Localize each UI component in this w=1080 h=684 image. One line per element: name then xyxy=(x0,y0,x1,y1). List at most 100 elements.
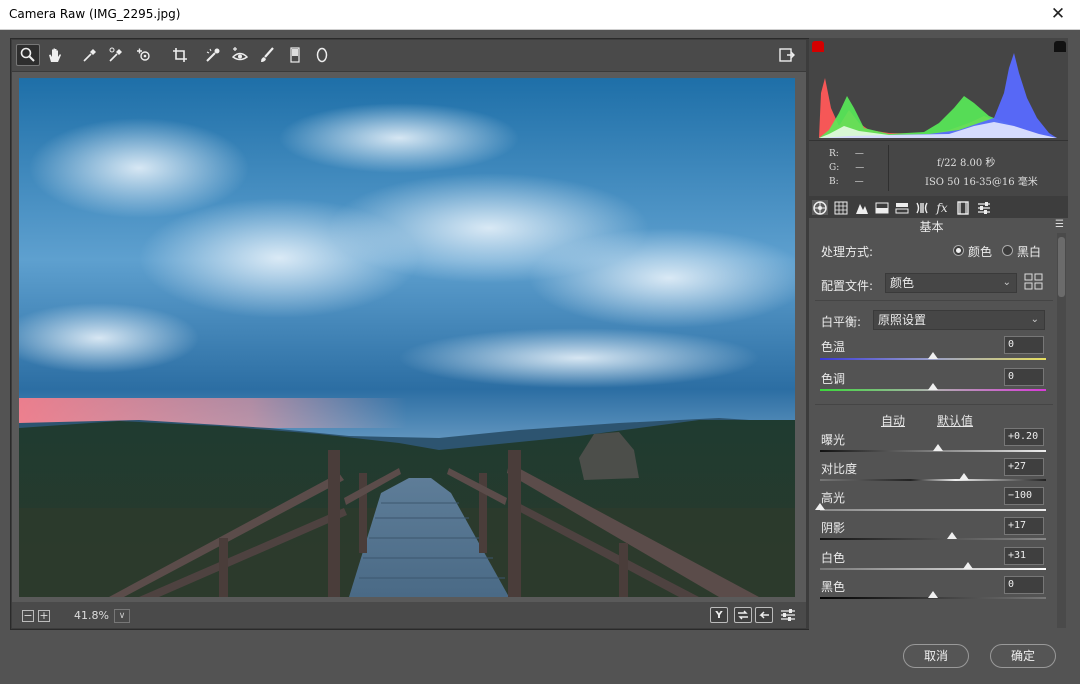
wb-label: 白平衡: xyxy=(821,315,862,329)
panel-menu-icon[interactable]: ☰ xyxy=(1055,219,1064,230)
wb-value: 原照设置 xyxy=(878,313,927,327)
r-label: R: xyxy=(829,149,839,159)
temp-value[interactable]: 0 xyxy=(1004,336,1044,354)
profile-browser-icon[interactable] xyxy=(1024,273,1044,291)
exif-iso-lens: ISO 50 16-35@16 毫米 xyxy=(925,177,1038,188)
open-preferences-icon[interactable] xyxy=(775,44,799,66)
zoom-in-button[interactable]: + xyxy=(38,610,50,622)
b-value: — xyxy=(854,177,864,187)
swap-icon xyxy=(738,610,748,620)
tone-curve-tab-icon[interactable] xyxy=(833,200,849,215)
profile-label: 配置文件: xyxy=(821,279,874,293)
shadows-value[interactable]: +17 xyxy=(1004,517,1044,535)
crop-icon[interactable] xyxy=(168,44,192,66)
divider xyxy=(815,300,1053,301)
temp-slider-thumb[interactable] xyxy=(928,352,938,359)
info-divider xyxy=(888,145,889,191)
effects-tab-icon[interactable]: fx xyxy=(934,200,950,215)
panel-title: 基本 xyxy=(919,220,944,234)
treatment-color-label[interactable]: 颜色 xyxy=(968,243,992,260)
wb-select[interactable]: 原照设置 ⌄ xyxy=(873,310,1045,330)
zoom-out-button[interactable]: − xyxy=(22,610,34,622)
default-link[interactable]: 默认值 xyxy=(937,412,973,429)
treatment-bw-label[interactable]: 黑白 xyxy=(1017,243,1041,260)
zoom-dropdown[interactable]: ∨ xyxy=(114,609,130,623)
adjustment-brush-icon[interactable] xyxy=(255,44,279,66)
color-sampler-icon[interactable] xyxy=(104,44,128,66)
g-label: G: xyxy=(829,163,840,173)
panel-scrollbar[interactable] xyxy=(1057,233,1066,628)
split-toning-tab-icon[interactable] xyxy=(894,200,910,215)
treatment-bw-radio[interactable] xyxy=(1002,245,1013,256)
g-value: — xyxy=(855,163,865,173)
window-title: Camera Raw (IMG_2295.jpg) xyxy=(9,7,181,21)
swap-settings-button[interactable] xyxy=(734,607,752,623)
highlight-clipping-warning[interactable] xyxy=(1054,41,1066,52)
whites-slider-thumb[interactable] xyxy=(963,562,974,569)
tint-slider-thumb[interactable] xyxy=(928,383,938,390)
info-readout: R: — G: — B: — f/22 8.00 秒 ISO 50 16-35@16 … xyxy=(809,140,1068,196)
cancel-button[interactable]: 取消 xyxy=(903,644,969,668)
tint-value[interactable]: 0 xyxy=(1004,368,1044,386)
exposure-value[interactable]: +0.20 xyxy=(1004,428,1044,446)
lens-tab-icon[interactable] xyxy=(914,200,930,215)
r-value: — xyxy=(854,149,864,159)
photo-preview[interactable] xyxy=(19,78,795,597)
close-icon[interactable]: ✕ xyxy=(1048,4,1068,24)
divider xyxy=(815,404,1053,405)
radial-filter-icon[interactable] xyxy=(310,44,334,66)
toolbar xyxy=(12,40,806,72)
contrast-label: 对比度 xyxy=(821,462,858,476)
shadows-slider-track[interactable] xyxy=(820,538,1046,540)
b-label: B: xyxy=(829,177,839,187)
calibration-tab-icon[interactable] xyxy=(955,200,971,215)
blacks-slider-thumb[interactable] xyxy=(928,591,938,598)
whites-slider-track[interactable] xyxy=(820,568,1046,570)
basic-tab-icon[interactable] xyxy=(812,200,828,215)
highlights-slider-thumb[interactable] xyxy=(815,503,825,510)
scrollbar-thumb[interactable] xyxy=(1058,237,1065,297)
contrast-slider-track[interactable] xyxy=(820,479,1046,481)
histogram xyxy=(809,38,1068,140)
blacks-label: 黑色 xyxy=(821,580,846,594)
hand-tool-icon[interactable] xyxy=(43,44,67,66)
whites-value[interactable]: +31 xyxy=(1004,547,1044,565)
treatment-color-radio[interactable] xyxy=(953,245,964,256)
contrast-value[interactable]: +27 xyxy=(1004,458,1044,476)
profile-value: 颜色 xyxy=(890,276,915,290)
contrast-slider-thumb[interactable] xyxy=(958,473,969,480)
presets-tab-icon[interactable] xyxy=(976,200,992,215)
treatment-label: 处理方式: xyxy=(821,245,874,259)
chevron-down-icon: ⌄ xyxy=(1002,277,1011,288)
panel-tabs: fx xyxy=(809,196,1068,218)
detail-tab-icon[interactable] xyxy=(854,200,870,215)
white-balance-icon[interactable] xyxy=(78,44,102,66)
ok-button[interactable]: 确定 xyxy=(990,644,1056,668)
exposure-label: 曝光 xyxy=(821,433,846,447)
before-after-y-button[interactable]: Y xyxy=(710,607,728,623)
zoom-level: 41.8% xyxy=(74,609,109,622)
shadows-label: 阴影 xyxy=(821,521,846,535)
targeted-adjustment-icon[interactable] xyxy=(132,44,156,66)
copy-settings-button[interactable] xyxy=(755,607,773,623)
shadow-clipping-warning[interactable] xyxy=(812,41,824,52)
exposure-slider-thumb[interactable] xyxy=(932,444,943,451)
shadows-slider-thumb[interactable] xyxy=(947,532,958,539)
highlights-slider-track[interactable] xyxy=(820,509,1046,511)
exif-aperture-shutter: f/22 8.00 秒 xyxy=(937,158,996,169)
sliders-icon xyxy=(781,609,795,621)
blacks-value[interactable]: 0 xyxy=(1004,576,1044,594)
toggle-settings-button[interactable] xyxy=(779,607,797,623)
profile-select[interactable]: 颜色 ⌄ xyxy=(885,273,1017,293)
zoom-tool-icon[interactable] xyxy=(16,44,40,66)
hsl-tab-icon[interactable] xyxy=(874,200,890,215)
image-status-bar: − + 41.8% ∨ Y xyxy=(12,602,806,628)
title-bar: Camera Raw (IMG_2295.jpg) ✕ xyxy=(0,0,1080,30)
highlights-value[interactable]: −100 xyxy=(1004,487,1044,505)
red-eye-icon[interactable] xyxy=(228,44,252,66)
spot-removal-icon[interactable] xyxy=(201,44,225,66)
image-preview-area xyxy=(12,72,806,602)
copy-settings-icon xyxy=(759,611,769,619)
auto-link[interactable]: 自动 xyxy=(881,412,905,429)
graduated-filter-icon[interactable] xyxy=(283,44,307,66)
